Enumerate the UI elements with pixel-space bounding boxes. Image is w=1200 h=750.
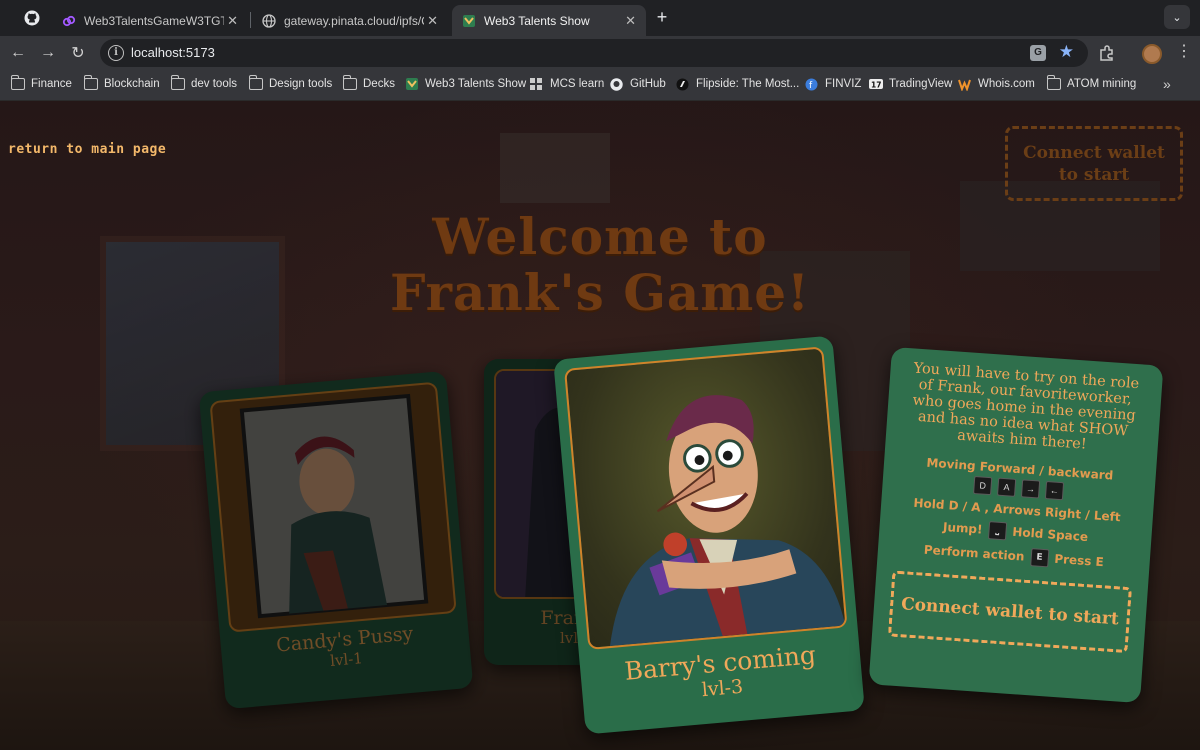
site-info-icon[interactable]: i: [108, 45, 124, 61]
bookmark-label: GitHub: [630, 78, 666, 90]
bookmark-blockchain[interactable]: Blockchain: [84, 75, 160, 90]
finviz-icon: f: [805, 78, 819, 91]
bookmark-finance[interactable]: Finance: [11, 75, 72, 90]
browser-toolbar: ← → ↻ i localhost:5173 G ★ ⋮: [0, 36, 1200, 70]
bookmark-label: Whois.com: [978, 78, 1035, 90]
tab-bar: Web3TalentsGameW3TGToke ✕ gateway.pinata…: [0, 0, 1200, 36]
bookmark-star-icon[interactable]: ★: [1059, 42, 1074, 62]
arrow-right-icon: →: [40, 44, 56, 61]
bookmark-label: Finance: [31, 78, 72, 90]
tab-w3tg-token[interactable]: Web3TalentsGameW3TGToke ✕: [52, 5, 248, 36]
level-card-3[interactable]: Barry's coming lvl-3: [553, 335, 865, 735]
level-card-1[interactable]: Candy's Pussy lvl-1: [198, 370, 474, 710]
game-favicon-icon: [462, 14, 476, 28]
connect-wallet-button-card[interactable]: Connect wallet to start: [887, 570, 1132, 654]
folder-icon: [171, 75, 185, 90]
close-icon[interactable]: ✕: [227, 13, 238, 29]
bookmark-label: Design tools: [269, 78, 333, 90]
folder-icon: [1047, 75, 1061, 90]
browser-menu-icon[interactable]: ⋮: [1176, 42, 1192, 62]
game-description: You will have to try on the role of Fran…: [912, 360, 1140, 453]
tab-pinata-gateway[interactable]: gateway.pinata.cloud/ipfs/Qm ✕: [252, 5, 448, 36]
bookmark-whois[interactable]: Whois.com: [958, 78, 1035, 92]
bookmark-label: Web3 Talents Show: [425, 78, 527, 90]
github-icon: [610, 78, 624, 91]
svg-text:17: 17: [871, 81, 881, 90]
bookmark-mcs-learn[interactable]: MCS learn: [530, 78, 604, 90]
return-to-main-link[interactable]: return to main page: [8, 142, 166, 157]
key-arrow-right-icon: →: [1020, 479, 1041, 499]
bookmark-dev-tools[interactable]: dev tools: [171, 75, 238, 90]
reload-button[interactable]: ↻: [67, 42, 89, 64]
translate-icon[interactable]: G: [1030, 45, 1046, 61]
bookmark-tradingview[interactable]: 17 TradingView: [869, 78, 952, 90]
chain-link-icon: [62, 14, 76, 28]
background-picture-frame: [500, 133, 610, 203]
bookmark-decks[interactable]: Decks: [343, 75, 395, 90]
jump-label: Jump!: [942, 519, 983, 537]
url-text[interactable]: localhost:5173: [131, 45, 215, 60]
tradingview-icon: 17: [869, 78, 883, 90]
reload-icon: ↻: [71, 45, 85, 62]
address-bar[interactable]: i localhost:5173 G ★: [100, 39, 1088, 67]
key-d-icon: D: [973, 475, 993, 496]
bookmark-github[interactable]: GitHub: [610, 78, 666, 91]
chevron-down-icon: ⌄: [1172, 11, 1182, 24]
close-icon[interactable]: ✕: [625, 13, 636, 29]
bookmark-atom-mining[interactable]: ATOM mining: [1047, 75, 1137, 90]
bookmark-design-tools[interactable]: Design tools: [249, 75, 333, 90]
key-space-icon: ⎵: [987, 521, 1008, 541]
instructions-card: You will have to try on the role of Fran…: [868, 346, 1164, 704]
bookmarks-bar: Finance Blockchain dev tools Design tool…: [0, 70, 1200, 101]
bookmark-label: TradingView: [889, 78, 953, 90]
whois-icon: [958, 78, 972, 92]
bookmark-label: FINVIZ: [825, 78, 862, 90]
tab-web3-talents-show[interactable]: Web3 Talents Show ✕: [452, 5, 646, 36]
connect-wallet-button-top[interactable]: Connect wallet to start: [1005, 126, 1183, 201]
action-hint: Press E: [1053, 551, 1105, 570]
folder-icon: [84, 75, 98, 90]
card-illustration: [563, 346, 848, 650]
github-pinned-tab[interactable]: [16, 8, 48, 28]
key-e-icon: E: [1029, 548, 1050, 568]
arrow-left-icon: ←: [10, 44, 26, 61]
extensions-puzzle-icon[interactable]: [1098, 44, 1116, 62]
bookmark-label: Blockchain: [104, 78, 160, 90]
bookmark-flipside[interactable]: Flipside: The Most...: [676, 78, 800, 91]
jump-hint: Hold Space: [1011, 524, 1089, 545]
tab-search-button[interactable]: ⌄: [1164, 5, 1190, 29]
game-favicon-icon: [405, 78, 419, 90]
key-arrow-left-icon: ←: [1044, 480, 1065, 501]
game-page: return to main page Connect wallet to st…: [0, 101, 1200, 750]
tab-separator: [250, 12, 251, 28]
bookmark-label: ATOM mining: [1067, 78, 1137, 90]
bookmark-label: Decks: [363, 78, 395, 90]
key-a-icon: A: [997, 477, 1017, 497]
flipside-icon: [676, 78, 690, 91]
globe-icon: [262, 13, 276, 28]
folder-icon: [249, 75, 263, 90]
page-title: Welcome to Frank's Game!: [390, 207, 810, 322]
folder-icon: [11, 75, 25, 90]
bookmark-finviz[interactable]: f FINVIZ: [805, 78, 862, 91]
tab-title: Web3 Talents Show: [484, 13, 590, 28]
github-icon: [24, 10, 40, 26]
bookmark-label: MCS learn: [550, 78, 605, 90]
tab-title: Web3TalentsGameW3TGToke: [84, 13, 224, 28]
grid-icon: [530, 78, 544, 90]
action-label: Perform action: [923, 542, 1025, 564]
tab-title: gateway.pinata.cloud/ipfs/Qm: [284, 13, 424, 28]
back-button[interactable]: ←: [7, 42, 29, 64]
new-tab-button[interactable]: +: [652, 7, 672, 28]
card-illustration: [209, 381, 457, 633]
folder-icon: [343, 75, 357, 90]
bookmark-label: dev tools: [191, 78, 238, 90]
profile-avatar[interactable]: [1142, 44, 1162, 64]
forward-button[interactable]: →: [37, 42, 59, 64]
bookmarks-overflow-icon[interactable]: »: [1163, 76, 1171, 92]
bookmark-web3-talents-show[interactable]: Web3 Talents Show: [405, 78, 526, 90]
close-icon[interactable]: ✕: [427, 13, 438, 29]
bookmark-label: Flipside: The Most...: [696, 78, 800, 90]
